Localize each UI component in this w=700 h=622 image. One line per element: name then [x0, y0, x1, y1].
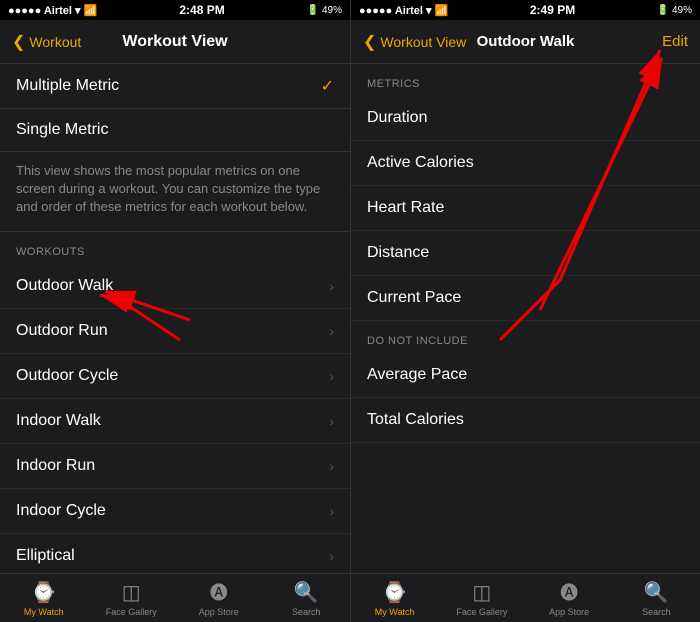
metric-total-calories: Total Calories	[351, 398, 700, 443]
right-tab-bar: ⌚ My Watch ◫ Face Gallery 🅐 App Store 🔍 …	[351, 573, 700, 622]
metric-active-calories: Active Calories	[351, 141, 700, 186]
right-my-watch-icon: ⌚	[382, 580, 407, 605]
elliptical-chevron-icon: ›	[329, 548, 334, 564]
search-tab-label: Search	[292, 607, 321, 617]
outdoor-cycle-chevron-icon: ›	[329, 368, 334, 384]
left-nav-bar: ❮ Workout Workout View	[0, 20, 350, 64]
right-status-bar: ●●●●● Airtel ▾ 📶 2:49 PM 🔋 49%	[351, 0, 700, 20]
metric-heart-rate: Heart Rate	[351, 186, 700, 231]
active-calories-label: Active Calories	[367, 154, 474, 172]
elliptical-label: Elliptical	[16, 547, 75, 565]
left-back-chevron-icon: ❮	[12, 32, 25, 52]
right-search-tab-label: Search	[642, 607, 671, 617]
my-watch-icon: ⌚	[31, 580, 56, 605]
left-panel: ●●●●● Airtel ▾ 📶 2:48 PM 🔋 49% ❮ Workout…	[0, 0, 350, 622]
heart-rate-label: Heart Rate	[367, 199, 444, 217]
current-pace-label: Current Pace	[367, 289, 461, 307]
workout-item-indoor-walk[interactable]: Indoor Walk ›	[0, 399, 350, 444]
right-time: 2:49 PM	[530, 3, 575, 17]
left-battery: 🔋 49%	[307, 5, 342, 16]
single-metric-option[interactable]: Single Metric	[0, 109, 350, 152]
left-tab-bar: ⌚ My Watch ◫ Face Gallery 🅐 App Store 🔍 …	[0, 573, 350, 622]
right-tab-app-store[interactable]: 🅐 App Store	[526, 579, 613, 617]
metric-current-pace: Current Pace	[351, 276, 700, 321]
outdoor-walk-label: Outdoor Walk	[16, 277, 113, 295]
outdoor-run-label: Outdoor Run	[16, 322, 108, 340]
metrics-section-label: METRICS	[351, 64, 700, 96]
edit-button[interactable]: Edit	[662, 33, 688, 50]
right-panel: ●●●●● Airtel ▾ 📶 2:49 PM 🔋 49% ❮ Workout…	[350, 0, 700, 622]
distance-label: Distance	[367, 244, 429, 262]
right-content: METRICS Duration Active Calories Heart R…	[351, 64, 700, 573]
workout-item-outdoor-cycle[interactable]: Outdoor Cycle ›	[0, 354, 350, 399]
workout-item-outdoor-walk[interactable]: Outdoor Walk ›	[0, 264, 350, 309]
average-pace-label: Average Pace	[367, 366, 467, 384]
left-status-bar: ●●●●● Airtel ▾ 📶 2:48 PM 🔋 49%	[0, 0, 350, 20]
total-calories-label: Total Calories	[367, 411, 464, 429]
outdoor-cycle-label: Outdoor Cycle	[16, 367, 118, 385]
indoor-cycle-label: Indoor Cycle	[16, 502, 106, 520]
multiple-metric-label: Multiple Metric	[16, 77, 119, 95]
workout-item-elliptical[interactable]: Elliptical ›	[0, 534, 350, 573]
right-tab-face-gallery[interactable]: ◫ Face Gallery	[438, 580, 525, 617]
right-back-chevron-icon: ❮	[363, 32, 376, 52]
right-back-button[interactable]: ❮ Workout View	[363, 32, 466, 52]
left-back-label: Workout	[29, 34, 81, 50]
right-app-store-icon: 🅐	[560, 579, 578, 605]
workout-item-indoor-cycle[interactable]: Indoor Cycle ›	[0, 489, 350, 534]
left-tab-my-watch[interactable]: ⌚ My Watch	[0, 580, 88, 617]
single-metric-label: Single Metric	[16, 121, 108, 139]
indoor-run-label: Indoor Run	[16, 457, 95, 475]
outdoor-run-chevron-icon: ›	[329, 323, 334, 339]
face-gallery-icon: ◫	[122, 580, 141, 605]
search-icon: 🔍	[294, 580, 319, 605]
indoor-run-chevron-icon: ›	[329, 458, 334, 474]
metric-average-pace: Average Pace	[351, 353, 700, 398]
right-face-gallery-icon: ◫	[472, 580, 491, 605]
right-my-watch-tab-label: My Watch	[375, 607, 415, 617]
left-nav-title: Workout View	[122, 33, 227, 51]
right-nav-title: Outdoor Walk	[477, 33, 575, 50]
metric-distance: Distance	[351, 231, 700, 276]
indoor-cycle-chevron-icon: ›	[329, 503, 334, 519]
right-carrier: ●●●●● Airtel ▾ 📶	[359, 4, 448, 17]
workout-item-outdoor-run[interactable]: Outdoor Run ›	[0, 309, 350, 354]
view-description: This view shows the most popular metrics…	[0, 152, 350, 232]
face-gallery-tab-label: Face Gallery	[106, 607, 157, 617]
left-tab-search[interactable]: 🔍 Search	[263, 580, 351, 617]
left-tab-face-gallery[interactable]: ◫ Face Gallery	[88, 580, 176, 617]
left-back-button[interactable]: ❮ Workout	[12, 32, 81, 52]
left-time: 2:48 PM	[179, 3, 224, 17]
right-tab-my-watch[interactable]: ⌚ My Watch	[351, 580, 438, 617]
left-carrier: ●●●●● Airtel ▾ 📶	[8, 4, 97, 17]
right-search-icon: 🔍	[644, 580, 669, 605]
app-store-icon: 🅐	[210, 579, 228, 605]
right-app-store-tab-label: App Store	[549, 607, 589, 617]
workout-item-indoor-run[interactable]: Indoor Run ›	[0, 444, 350, 489]
indoor-walk-chevron-icon: ›	[329, 413, 334, 429]
right-tab-search[interactable]: 🔍 Search	[613, 580, 700, 617]
right-back-label: Workout View	[380, 34, 466, 50]
do-not-include-label: DO NOT INCLUDE	[351, 321, 700, 353]
duration-label: Duration	[367, 109, 427, 127]
right-face-gallery-tab-label: Face Gallery	[456, 607, 507, 617]
indoor-walk-label: Indoor Walk	[16, 412, 101, 430]
left-tab-app-store[interactable]: 🅐 App Store	[175, 579, 263, 617]
right-nav-bar: ❮ Workout View Outdoor Walk Edit	[351, 20, 700, 64]
workouts-section-label: WORKOUTS	[0, 232, 350, 264]
app-store-tab-label: App Store	[199, 607, 239, 617]
multiple-metric-check-icon: ✓	[321, 76, 334, 96]
my-watch-tab-label: My Watch	[24, 607, 64, 617]
outdoor-walk-chevron-icon: ›	[329, 278, 334, 294]
left-content: Multiple Metric ✓ Single Metric This vie…	[0, 64, 350, 573]
metric-duration: Duration	[351, 96, 700, 141]
multiple-metric-option[interactable]: Multiple Metric ✓	[0, 64, 350, 109]
right-battery: 🔋 49%	[657, 5, 692, 16]
